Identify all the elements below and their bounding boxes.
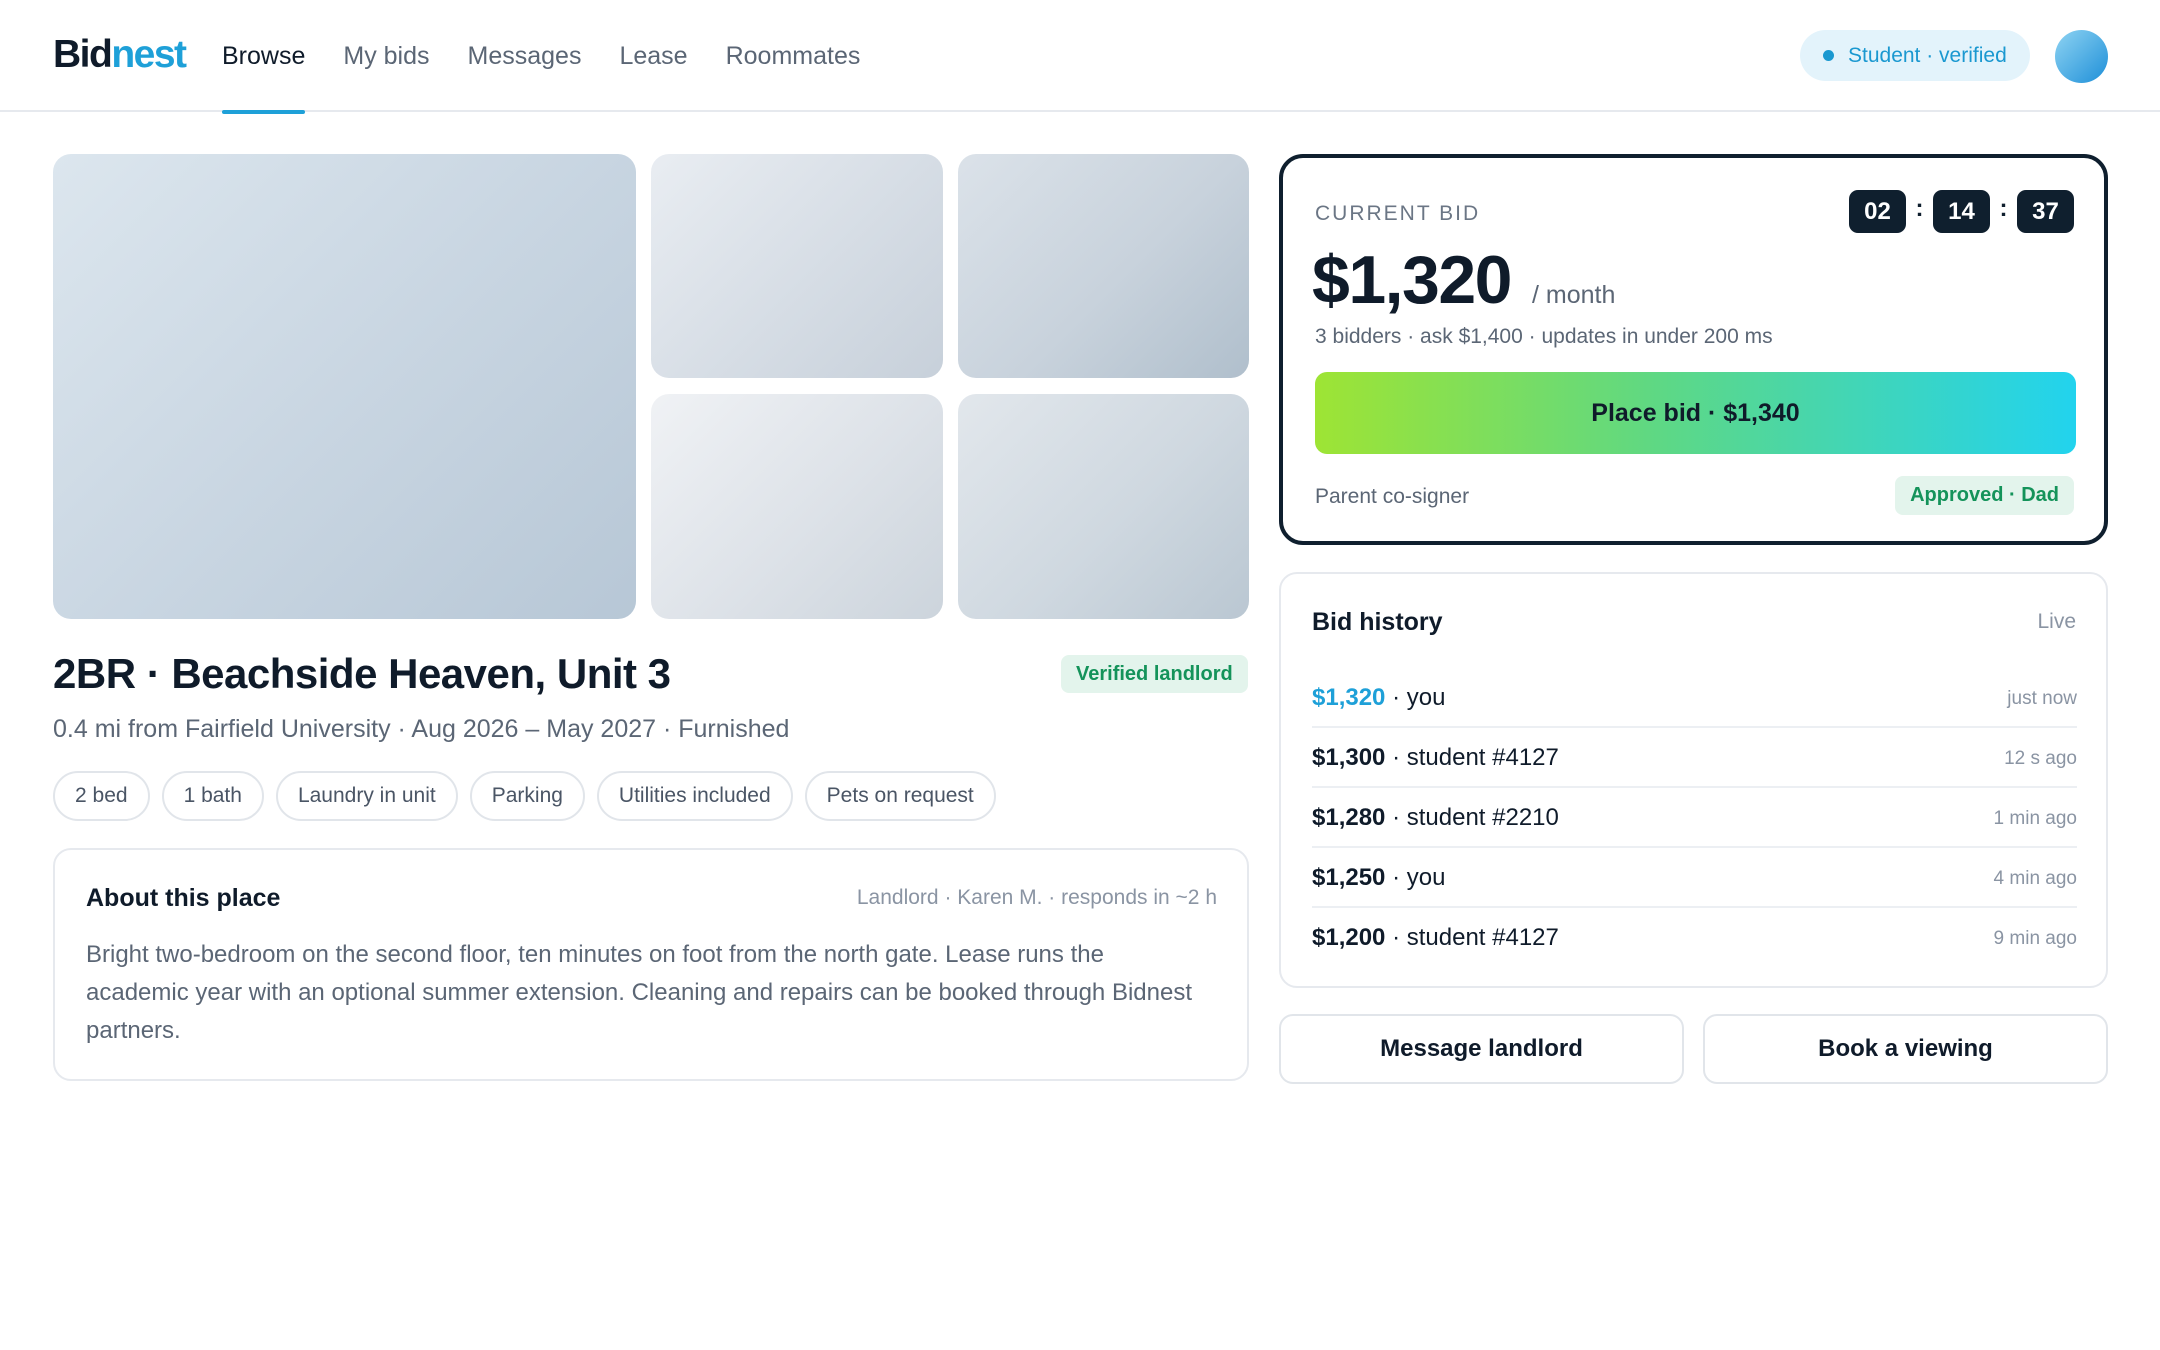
- message-landlord-button[interactable]: Message landlord: [1279, 1014, 1684, 1084]
- gallery-photo-5[interactable]: [958, 394, 1249, 619]
- bidnest-logo[interactable]: Bidnest: [53, 30, 187, 80]
- gallery-photo-3[interactable]: [958, 154, 1249, 378]
- bid-history-heading: Bid history: [1312, 608, 1443, 636]
- bidder-name: · student #4127: [1385, 924, 1559, 951]
- bid-time: 4 min ago: [1993, 868, 2077, 889]
- nav-messages[interactable]: Messages: [468, 0, 582, 112]
- timer-hours: 02: [1849, 190, 1906, 233]
- bid-history-row: $1,280 · student #2210 1 min ago: [1312, 788, 2077, 848]
- about-card: About this place Landlord · Karen M. · r…: [53, 848, 1249, 1081]
- logo-text-bid: Bid: [53, 33, 113, 76]
- about-description: Bright two-bedroom on the second floor, …: [86, 941, 1192, 1044]
- book-viewing-button[interactable]: Book a viewing: [1703, 1014, 2108, 1084]
- amenity-chip: Parking: [469, 771, 585, 821]
- nav-lease[interactable]: Lease: [619, 0, 687, 112]
- bid-amount-value: $1,200: [1312, 924, 1386, 951]
- user-avatar[interactable]: [2055, 30, 2108, 83]
- countdown-timer: 02 : 14 : 37: [1849, 190, 2074, 233]
- bid-period: / month: [1532, 281, 1616, 309]
- co-signer-label: Parent co-signer: [1315, 485, 1470, 508]
- bid-history-list: $1,320 · you just now $1,300 · student #…: [1312, 668, 2077, 968]
- bid-history-card: Bid history Live $1,320 · you just now $…: [1279, 572, 2108, 988]
- gallery-photo-main[interactable]: [53, 154, 636, 619]
- nav-browse[interactable]: Browse: [222, 0, 306, 114]
- bid-amount-value: $1,280: [1312, 804, 1386, 831]
- bid-time: 9 min ago: [1993, 928, 2077, 949]
- bid-history-row: $1,250 · you 4 min ago: [1312, 848, 2077, 908]
- bid-amount: $1,320 · you: [1312, 683, 1445, 713]
- timer-minutes: 14: [1933, 190, 1990, 233]
- bidder-name: · student #4127: [1385, 744, 1559, 771]
- amenity-chip: 2 bed: [53, 771, 150, 821]
- amenity-chip: Pets on request: [804, 771, 996, 821]
- listing-title: 2BR · Beachside Heaven, Unit 3: [53, 650, 671, 697]
- about-heading: About this place: [86, 884, 281, 912]
- bid-time: 12 s ago: [2004, 748, 2077, 769]
- gallery-photo-4[interactable]: [651, 394, 943, 619]
- bid-history-row: $1,320 · you just now: [1312, 668, 2077, 728]
- timer-separator: :: [1915, 194, 1924, 222]
- listing-subline: 0.4 mi from Fairfield University · Aug 2…: [53, 715, 790, 743]
- live-indicator: Live: [2037, 610, 2076, 633]
- co-signer-status-badge: Approved · Dad: [1895, 476, 2074, 515]
- amenity-chips: 2 bed 1 bath Laundry in unit Parking Uti…: [53, 771, 1008, 821]
- bid-amount: $1,250 · you: [1312, 863, 1445, 893]
- bid-time: 1 min ago: [1993, 808, 2077, 829]
- amenity-chip: Utilities included: [596, 771, 793, 821]
- nav-roommates[interactable]: Roommates: [726, 0, 861, 112]
- bidder-name: · student #2210: [1385, 804, 1559, 831]
- place-bid-button[interactable]: Place bid · $1,340: [1315, 372, 2076, 454]
- bid-amount: $1,280 · student #2210: [1312, 803, 1559, 833]
- nav-my-bids[interactable]: My bids: [343, 0, 429, 112]
- bid-amount: $1,300 · student #4127: [1312, 743, 1559, 773]
- logo-text-nest: nest: [111, 33, 187, 76]
- bid-amount-value: $1,320: [1312, 684, 1386, 711]
- bid-history-row: $1,300 · student #4127 12 s ago: [1312, 728, 2077, 788]
- bidder-name: · you: [1385, 864, 1446, 891]
- student-verified-label: Student · verified: [1848, 44, 2007, 67]
- top-nav-bar: Bidnest Browse My bids Messages Lease Ro…: [0, 0, 2160, 114]
- landlord-meta: Landlord · Karen M. · responds in ~2 h: [856, 886, 1217, 909]
- bid-amount-value: $1,300: [1312, 744, 1386, 771]
- current-bid-amount: $1,320: [1312, 242, 1512, 318]
- timer-separator: :: [1999, 194, 2008, 222]
- bid-time: just now: [2007, 688, 2077, 709]
- bid-amount: $1,200 · student #4127: [1312, 923, 1559, 953]
- gallery-photo-2[interactable]: [651, 154, 943, 378]
- amenity-chip: 1 bath: [161, 771, 264, 821]
- amenity-chip: Laundry in unit: [275, 771, 458, 821]
- bid-amount-value: $1,250: [1312, 864, 1386, 891]
- current-bid-label: CURRENT BID: [1315, 202, 1481, 225]
- timer-seconds: 37: [2017, 190, 2074, 233]
- current-bid-card: CURRENT BID 02 : 14 : 37 $1,320 / month …: [1279, 154, 2108, 545]
- student-verified-pill: Student · verified: [1800, 30, 2030, 81]
- verified-landlord-badge: Verified landlord: [1061, 655, 1248, 693]
- bid-history-row: $1,200 · student #4127 9 min ago: [1312, 908, 2077, 968]
- bid-meta: 3 bidders · ask $1,400 · updates in unde…: [1315, 325, 1773, 348]
- status-dot-icon: [1823, 50, 1834, 61]
- bidder-name: · you: [1385, 684, 1446, 711]
- main-nav: Browse My bids Messages Lease Roommates: [222, 0, 898, 114]
